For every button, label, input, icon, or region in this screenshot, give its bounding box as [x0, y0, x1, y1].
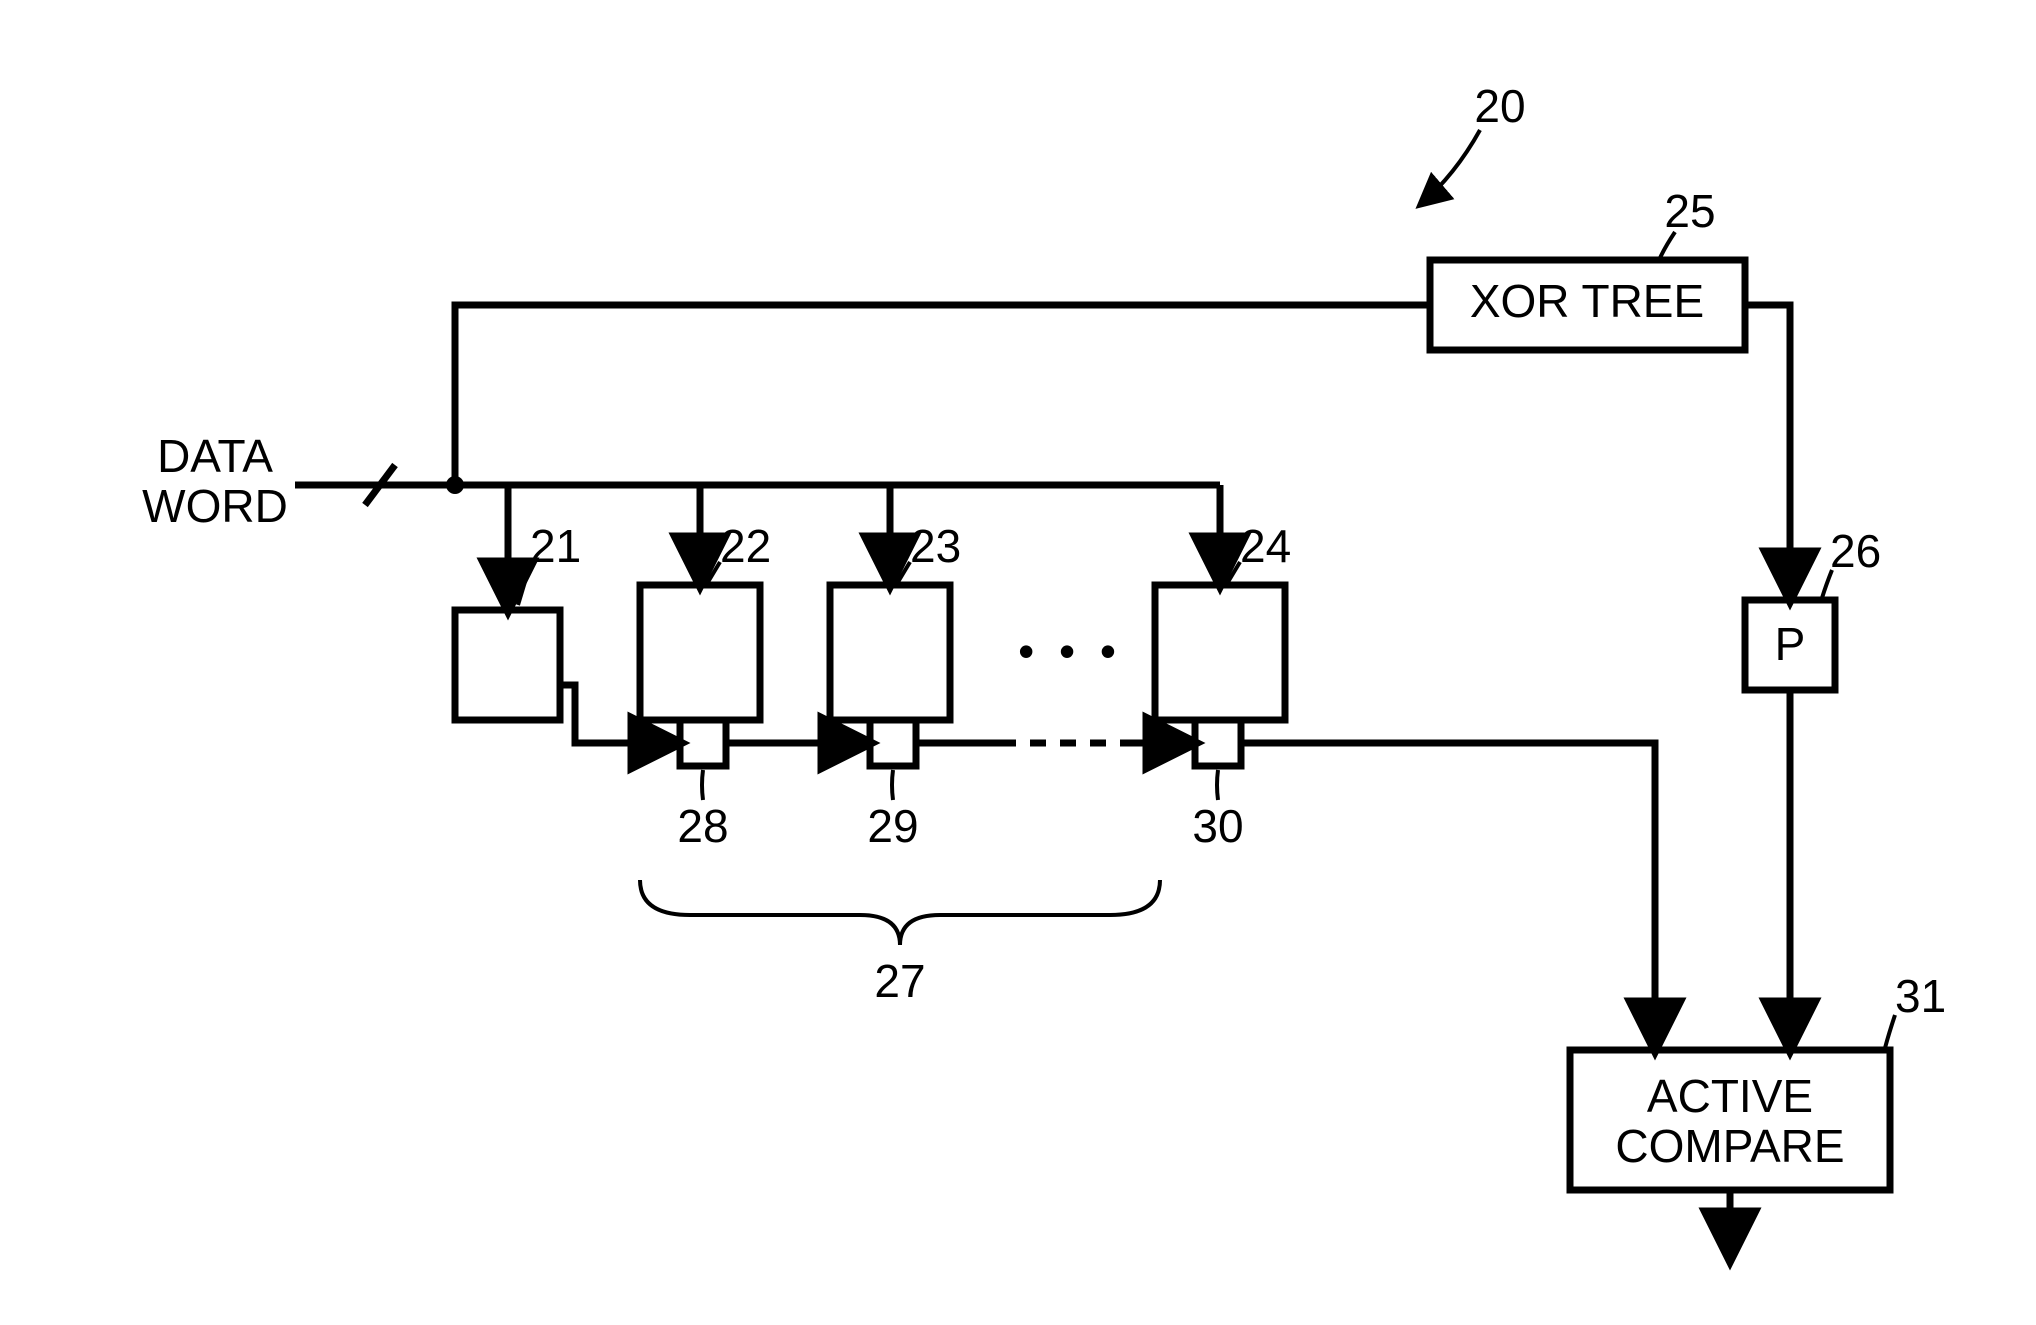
system-ref-pointer: [1420, 130, 1480, 205]
compare-ref-label: 31: [1895, 970, 1946, 1022]
xor-tree-ref-label: 25: [1664, 185, 1715, 237]
xor-tree-label: XOR TREE: [1470, 275, 1704, 327]
wire-to-xor-tree: [455, 305, 1430, 485]
system-ref-label: 20: [1474, 80, 1525, 132]
register-n: [1155, 585, 1285, 720]
compare-line2: COMPARE: [1615, 1120, 1844, 1172]
xor-box-n: [1195, 720, 1241, 766]
p-ref-label: 26: [1830, 525, 1881, 577]
wire-xor-to-p: [1745, 305, 1790, 600]
chain-wire-0: [560, 685, 680, 743]
data-word-line2: WORD: [142, 480, 288, 532]
reg2-ref-pointer: [898, 562, 910, 582]
xb1-ref-label: 28: [677, 800, 728, 852]
regN-ref-pointer: [1228, 562, 1240, 582]
xbN-ref-label: 30: [1192, 800, 1243, 852]
reg1-ref-pointer: [708, 562, 720, 582]
register-1: [640, 585, 760, 720]
compare-line1: ACTIVE: [1647, 1070, 1813, 1122]
register-0: [455, 610, 560, 720]
data-word-line1: DATA: [157, 430, 273, 482]
xor-box-2: [870, 720, 916, 766]
xb1-ref-pointer: [702, 770, 703, 800]
reg1-ref-label: 22: [720, 520, 771, 572]
p-label: P: [1775, 618, 1806, 670]
brace-ref-label: 27: [874, 955, 925, 1007]
xbN-ref-pointer: [1217, 770, 1218, 800]
xb2-ref-pointer: [892, 770, 893, 800]
regN-ref-label: 24: [1240, 520, 1291, 572]
brace-27: [640, 880, 1160, 945]
reg0-ref-label: 21: [530, 520, 581, 572]
register-ellipsis: • • •: [1018, 625, 1122, 677]
reg0-ref-pointer: [518, 565, 530, 605]
xb2-ref-label: 29: [867, 800, 918, 852]
compare-ref-pointer: [1885, 1015, 1895, 1048]
register-2: [830, 585, 950, 720]
reg2-ref-label: 23: [910, 520, 961, 572]
wire-chain-to-compare: [1480, 743, 1655, 1050]
p-ref-pointer: [1822, 570, 1832, 598]
xor-box-1: [680, 720, 726, 766]
